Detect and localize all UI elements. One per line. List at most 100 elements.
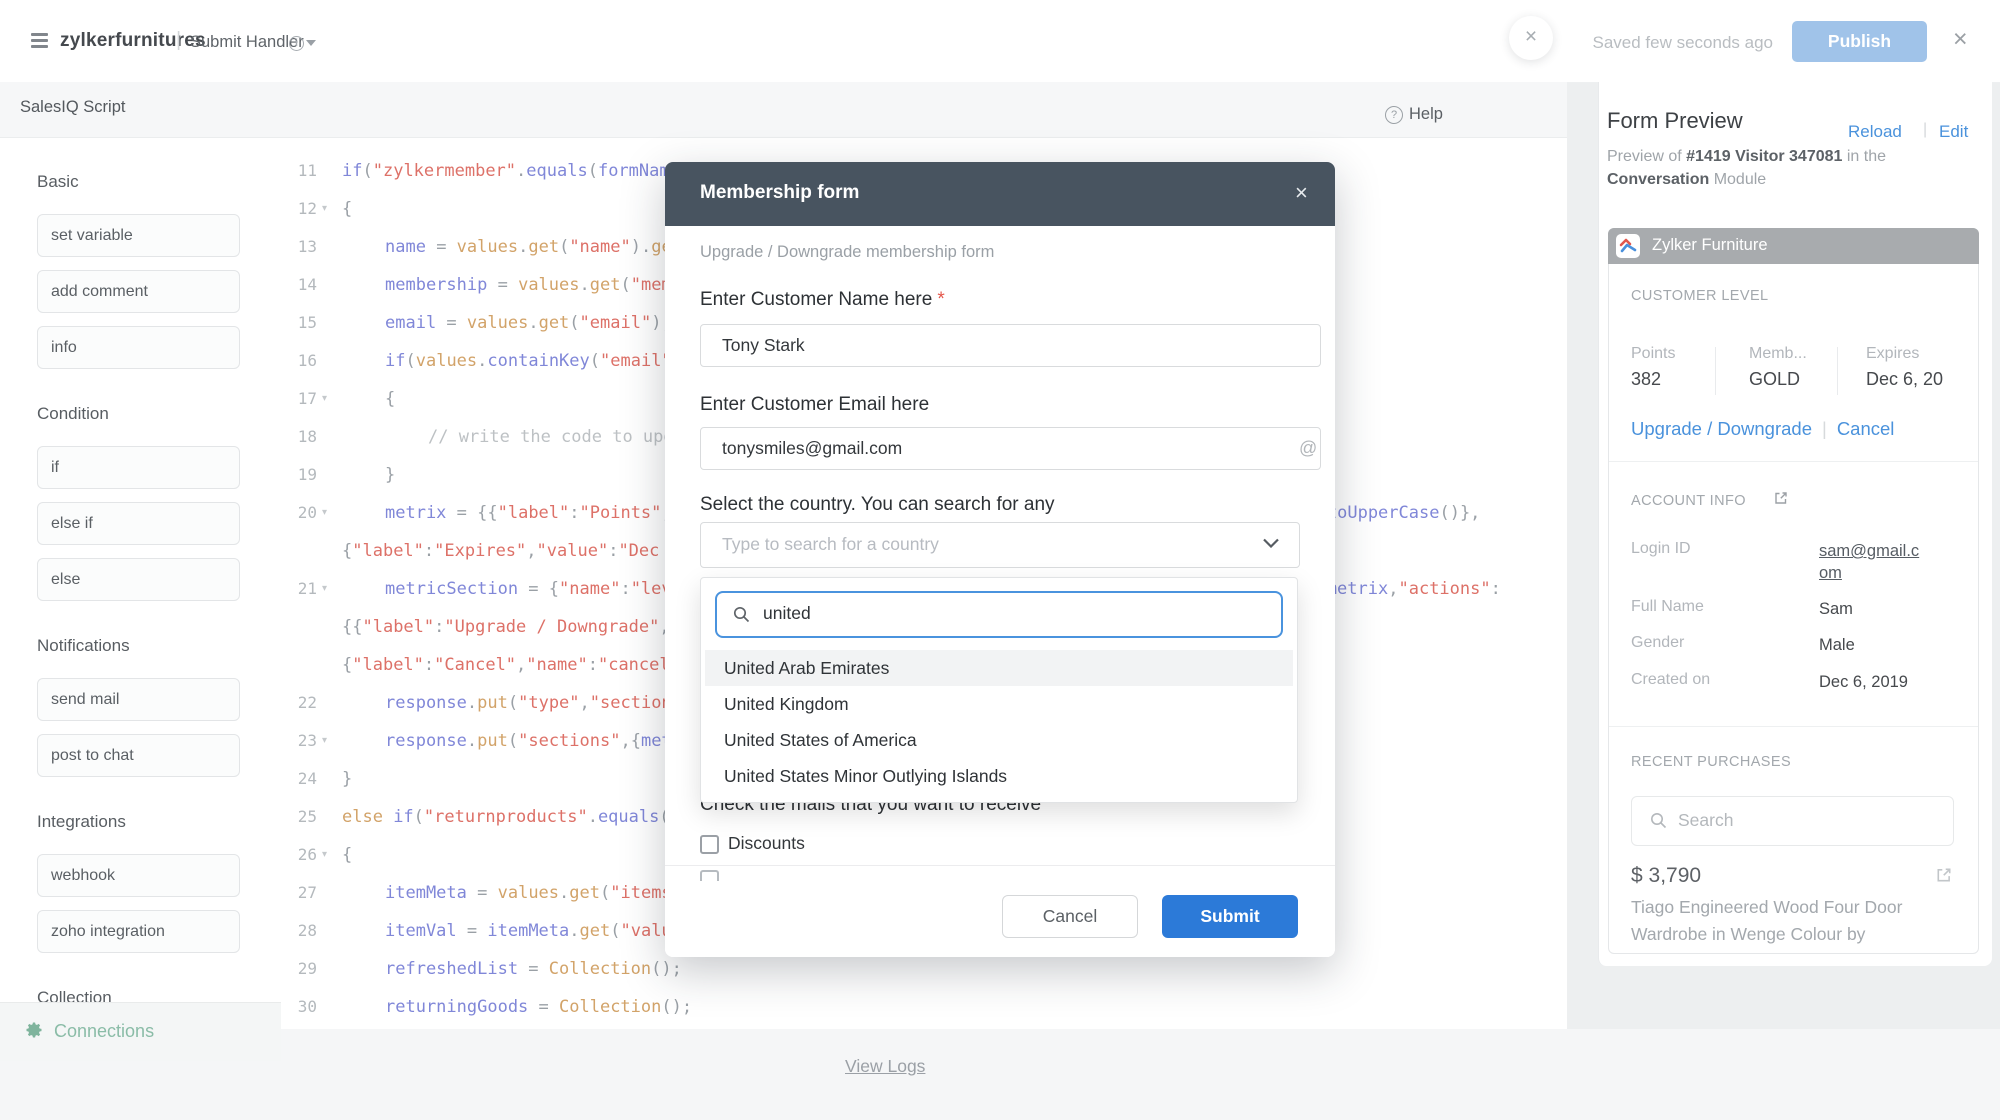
line-number: 27 (280, 874, 317, 912)
external-link-icon[interactable] (1774, 491, 1788, 505)
palette-block-set-variable[interactable]: set variable (37, 214, 240, 257)
line-number: 18 (280, 418, 317, 456)
reload-link[interactable]: Reload (1848, 122, 1902, 142)
line-number: 23 (280, 722, 317, 760)
token: ( (610, 921, 620, 941)
publish-button[interactable]: Publish (1792, 21, 1927, 62)
connections-link[interactable]: Connections (54, 1021, 154, 1042)
token: : (1491, 579, 1501, 599)
edit-link[interactable]: Edit (1939, 122, 1968, 142)
palette-block-else[interactable]: else (37, 558, 240, 601)
token: values (457, 237, 518, 257)
token: = (467, 883, 498, 903)
fold-caret-empty (317, 912, 342, 950)
bottom-bar: View Logs (0, 1029, 2000, 1120)
token: = (436, 313, 467, 333)
palette-block-add-comment[interactable]: add comment (37, 270, 240, 313)
line-number: 15 (280, 304, 317, 342)
hamburger-menu-icon[interactable] (31, 33, 48, 50)
view-logs-link[interactable]: View Logs (845, 1056, 925, 1077)
fold-caret-empty (317, 988, 342, 1026)
subtitle-text: Preview of (1607, 148, 1686, 165)
fold-caret-icon: ▾ (317, 380, 342, 418)
token: itemVal (385, 921, 457, 941)
palette-block-post-to-chat[interactable]: post to chat (37, 734, 240, 777)
country-option[interactable]: United States Minor Outlying Islands (705, 758, 1293, 794)
palette-block-else-if[interactable]: else if (37, 502, 240, 545)
external-link-icon[interactable] (1936, 867, 1952, 883)
country-option[interactable]: United Kingdom (705, 686, 1293, 722)
search-icon (733, 606, 750, 623)
fold-caret-icon: ▾ (317, 722, 342, 760)
account-row-value[interactable]: sam@gmail.com (1819, 540, 1925, 584)
token: Collection (549, 959, 651, 979)
token: name (385, 237, 426, 257)
account-row-value: Dec 6, 2019 (1819, 671, 1959, 693)
token: { (385, 389, 395, 409)
editor-close-button[interactable]: × (1509, 16, 1553, 60)
line-number: 26 (280, 836, 317, 874)
fold-caret-empty (317, 266, 342, 304)
customer-email-input[interactable]: tonysmiles@gmail.com@ (700, 427, 1321, 470)
discounts-checkbox[interactable] (700, 835, 719, 854)
palette-block-zoho-integration[interactable]: zoho integration (37, 910, 240, 953)
fold-caret-empty (317, 152, 342, 190)
form-preview-panel: Form Preview Reload | Edit Preview of #1… (1598, 82, 1992, 966)
cancel-membership-link[interactable]: Cancel (1837, 418, 1895, 439)
token: ( (559, 237, 569, 257)
code-text: {"label":"Cancel","name":"cancel"}}}; (342, 646, 721, 684)
code-text: } (342, 456, 395, 494)
required-asterisk: * (932, 289, 944, 310)
token: ( (362, 161, 372, 181)
recent-purchases-title: RECENT PURCHASES (1631, 754, 1791, 770)
country-options-list: United Arab EmiratesUnited KingdomUnited… (705, 650, 1293, 794)
palette-block-if[interactable]: if (37, 446, 240, 489)
name-field-label: Enter Customer Name here* (700, 289, 945, 311)
line-number: 14 (280, 266, 317, 304)
purchase-description: Tiago Engineered Wood Four Door Wardrobe… (1631, 894, 1931, 948)
line-number: 30 (280, 988, 317, 1026)
country-select-placeholder: Type to search for a country (722, 534, 939, 555)
top-bar: zylkerfurnitures | Submit Handler i Save… (0, 0, 2000, 83)
token: metrix (385, 503, 446, 523)
token: response (385, 731, 467, 751)
upgrade-downgrade-link[interactable]: Upgrade / Downgrade (1631, 418, 1812, 439)
palette-block-send-mail[interactable]: send mail (37, 678, 240, 721)
app-root: zylkerfurnitures | Submit Handler i Save… (0, 0, 2000, 1120)
customer-name-input[interactable]: Tony Stark (700, 324, 1321, 367)
token: ( (405, 351, 415, 371)
fold-caret-empty (317, 874, 342, 912)
line-number: 24 (280, 760, 317, 798)
help-icon: ? (1385, 106, 1403, 124)
token: = (518, 959, 549, 979)
token: : (620, 579, 630, 599)
cancel-button[interactable]: Cancel (1002, 895, 1138, 938)
code-text: response.put("type","section"); (342, 684, 702, 722)
token: , (516, 655, 526, 675)
window-close-icon[interactable]: × (1953, 25, 1968, 54)
country-select[interactable]: Type to search for a country (700, 522, 1300, 568)
submit-button[interactable]: Submit (1162, 895, 1298, 938)
modal-close-icon[interactable]: × (1295, 180, 1308, 206)
token: values (416, 351, 477, 371)
help-link[interactable]: Help (1409, 105, 1443, 124)
country-search-input[interactable]: united (715, 591, 1283, 638)
module-name: Conversation (1607, 171, 1709, 188)
token: = (487, 275, 518, 295)
membership-form-modal: Membership form × Upgrade / Downgrade me… (665, 162, 1335, 957)
token: ( (590, 351, 600, 371)
token: "actions" (1398, 579, 1490, 599)
code-line: 30returningGoods = Collection(); (280, 988, 1560, 1026)
country-option[interactable]: United States of America (705, 722, 1293, 758)
handler-selector[interactable]: Submit Handler (190, 33, 304, 52)
token: equals (526, 161, 587, 181)
palette-block-webhook[interactable]: webhook (37, 854, 240, 897)
info-icon[interactable]: i (289, 36, 304, 51)
token: : (569, 503, 579, 523)
palette-block-info[interactable]: info (37, 326, 240, 369)
fold-caret-empty (317, 418, 342, 456)
line-number: 29 (280, 950, 317, 988)
purchases-search-input[interactable]: Search (1631, 796, 1954, 846)
country-option[interactable]: United Arab Emirates (705, 650, 1293, 686)
token: itemMeta (487, 921, 569, 941)
